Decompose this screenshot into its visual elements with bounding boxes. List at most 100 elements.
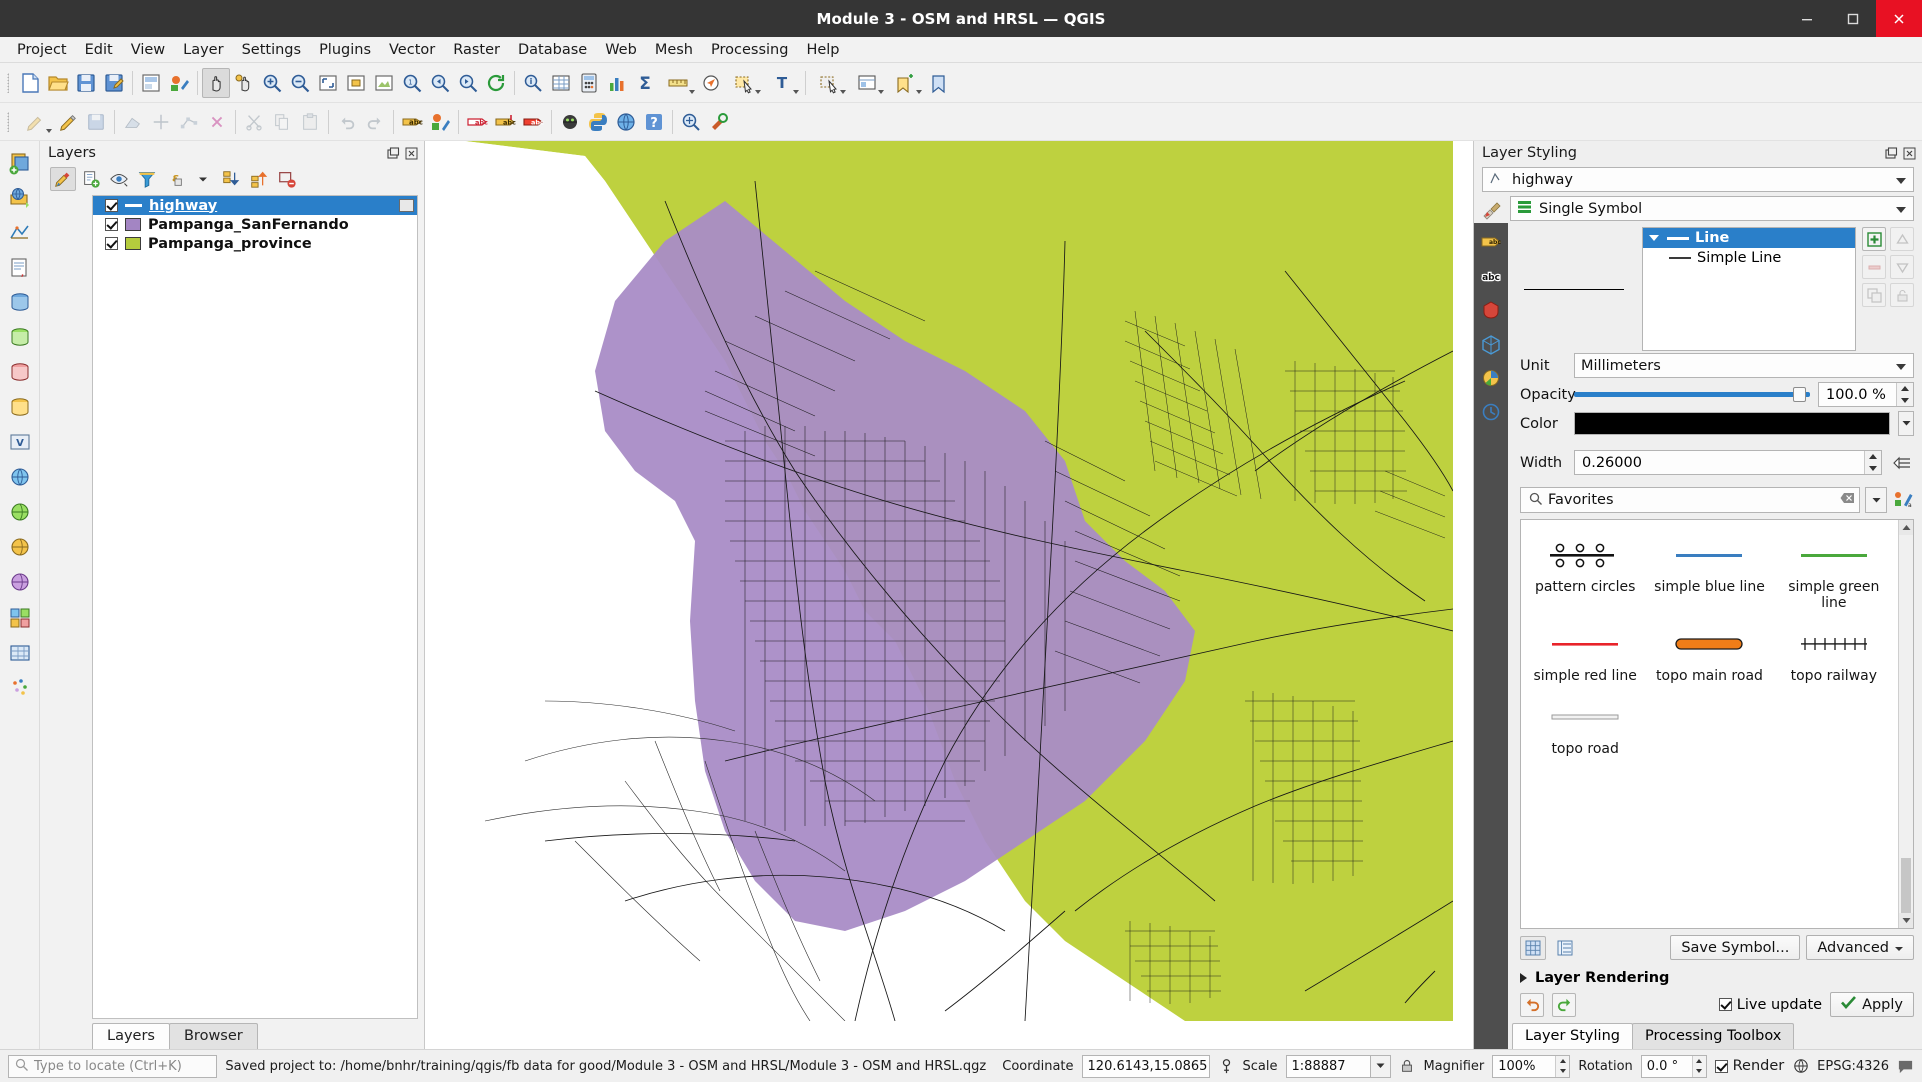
messages-icon[interactable] <box>1897 1055 1914 1077</box>
symbol-item-topo-road[interactable]: topo road <box>1523 688 1647 761</box>
opacity-slider[interactable] <box>1574 382 1810 407</box>
globe-icon[interactable] <box>1792 1055 1809 1077</box>
open-data-source-manager-icon[interactable] <box>848 68 886 98</box>
highlight-pinned-labels-icon[interactable]: abc <box>463 107 491 137</box>
apply-button[interactable]: Apply <box>1830 992 1914 1017</box>
layer-row-highway[interactable]: highway <box>93 196 417 215</box>
spin-arrows[interactable] <box>1864 451 1881 474</box>
grid-view-icon[interactable] <box>1520 936 1546 960</box>
text-annotation-icon[interactable]: T <box>763 68 801 98</box>
python-console-icon[interactable] <box>584 107 612 137</box>
zoom-in-icon[interactable] <box>258 68 286 98</box>
expand-all-icon[interactable] <box>218 167 244 191</box>
new-bookmark-icon[interactable] <box>886 68 924 98</box>
tab-masks-icon[interactable] <box>1476 295 1506 325</box>
opacity-spinbox[interactable]: 100.0 % <box>1818 382 1914 407</box>
symbol-item-topo-main-road[interactable]: topo main road <box>1647 615 1771 688</box>
advanced-button[interactable]: Advanced <box>1806 935 1914 960</box>
symbol-library[interactable]: pattern circles simple blue line <box>1520 519 1914 929</box>
menu-help[interactable]: Help <box>797 39 848 61</box>
add-postgis-layer-icon[interactable] <box>4 287 36 319</box>
add-mesh-layer-icon[interactable] <box>4 217 36 249</box>
pan-map-icon[interactable] <box>202 68 230 98</box>
live-update-checkbox[interactable]: Live update <box>1719 997 1822 1013</box>
symbol-search-box[interactable]: Favorites <box>1520 487 1860 513</box>
current-edits-icon[interactable] <box>16 107 54 137</box>
add-oracle-layer-icon[interactable] <box>4 392 36 424</box>
chevron-down-icon[interactable] <box>1649 235 1659 241</box>
rotation-input[interactable]: 0.0 ° <box>1641 1055 1707 1078</box>
undo-icon[interactable] <box>1520 993 1544 1017</box>
zoom-out-icon[interactable] <box>286 68 314 98</box>
magnifier-input[interactable]: 100% <box>1492 1055 1570 1078</box>
add-afs-layer-icon[interactable] <box>4 567 36 599</box>
crs-value[interactable]: EPSG:4326 <box>1817 1059 1889 1074</box>
symbol-item-topo-railway[interactable]: topo railway <box>1772 615 1896 688</box>
select-features-icon[interactable] <box>725 68 763 98</box>
menu-settings[interactable]: Settings <box>233 39 310 61</box>
add-pointcloud-layer-icon[interactable] <box>4 672 36 704</box>
show-hide-labels-icon[interactable]: abc <box>519 107 547 137</box>
color-dropdown-icon[interactable] <box>1898 411 1914 436</box>
tab-labels-icon[interactable]: abc <box>1476 261 1506 291</box>
deselect-icon[interactable] <box>810 68 848 98</box>
render-checkbox[interactable]: Render <box>1715 1058 1785 1074</box>
remove-layer-icon[interactable] <box>274 167 300 191</box>
zoom-last-icon[interactable] <box>426 68 454 98</box>
unit-combo[interactable]: Millimeters <box>1574 353 1914 378</box>
add-group-icon[interactable] <box>78 167 104 191</box>
spin-arrows[interactable] <box>1692 1056 1706 1077</box>
menu-project[interactable]: Project <box>8 39 76 61</box>
expression-filter-dropdown-icon[interactable] <box>190 167 216 191</box>
metasearch-icon[interactable] <box>612 107 640 137</box>
map-canvas[interactable] <box>425 141 1474 1049</box>
symbol-item-simple-red-line[interactable]: simple red line <box>1523 615 1647 688</box>
toggle-editing-icon[interactable] <box>54 107 82 137</box>
tab-symbology-icon[interactable]: abc <box>1476 227 1506 257</box>
sum-icon[interactable]: Σ <box>631 68 659 98</box>
maximize-button[interactable] <box>1830 0 1876 37</box>
add-vector-tile-layer-icon[interactable] <box>4 602 36 634</box>
add-delimited-text-layer-icon[interactable]: , <box>4 252 36 284</box>
add-symbol-layer-icon[interactable] <box>1862 227 1886 251</box>
manage-map-themes-icon[interactable] <box>106 167 132 191</box>
zoom-selection-icon[interactable] <box>342 68 370 98</box>
menu-raster[interactable]: Raster <box>444 39 509 61</box>
toolbar-grip[interactable] <box>4 70 13 96</box>
zoom-native-icon[interactable]: 1 <box>398 68 426 98</box>
layer-row-pampanga-sanfernando[interactable]: Pampanga_SanFernando <box>93 215 417 234</box>
menu-edit[interactable]: Edit <box>76 39 122 61</box>
zoom-layer-icon[interactable] <box>370 68 398 98</box>
open-layer-styling-panel-icon[interactable] <box>50 167 76 191</box>
data-defined-override-icon[interactable] <box>1890 454 1914 472</box>
menu-web[interactable]: Web <box>596 39 646 61</box>
toolbar-grip[interactable] <box>4 109 13 135</box>
layer-visibility-checkbox[interactable] <box>105 199 118 212</box>
layer-selector-combo[interactable]: highway <box>1482 167 1914 192</box>
menu-plugins[interactable]: Plugins <box>310 39 380 61</box>
new-project-icon[interactable] <box>16 68 44 98</box>
redo-icon[interactable] <box>361 107 389 137</box>
symbol-layer-tree[interactable]: Line Simple Line <box>1642 227 1856 351</box>
show-bookmarks-icon[interactable] <box>924 68 952 98</box>
add-vector-layer-icon[interactable] <box>4 147 36 179</box>
menu-layer[interactable]: Layer <box>174 39 232 61</box>
add-wfs-layer-icon[interactable] <box>4 532 36 564</box>
pan-to-selection-icon[interactable] <box>230 68 258 98</box>
checkbox-box[interactable] <box>1719 998 1732 1011</box>
minimize-button[interactable] <box>1784 0 1830 37</box>
redo-icon[interactable] <box>1552 993 1576 1017</box>
zoom-full-icon[interactable] <box>314 68 342 98</box>
layer-rendering-section[interactable]: Layer Rendering <box>1510 964 1922 988</box>
expression-filter-icon[interactable]: ε <box>162 167 188 191</box>
move-up-icon[interactable] <box>1890 227 1914 251</box>
add-xyz-layer-icon[interactable] <box>4 637 36 669</box>
add-virtual-layer-icon[interactable]: V <box>4 427 36 459</box>
list-view-icon[interactable] <box>1552 936 1578 960</box>
move-down-icon[interactable] <box>1890 255 1914 279</box>
tab-diagrams-icon[interactable] <box>1476 363 1506 393</box>
add-raster-layer-icon[interactable] <box>4 182 36 214</box>
layer-visibility-checkbox[interactable] <box>105 218 118 231</box>
collapse-all-icon[interactable] <box>246 167 272 191</box>
symbol-item-simple-blue-line[interactable]: simple blue line <box>1647 526 1771 615</box>
